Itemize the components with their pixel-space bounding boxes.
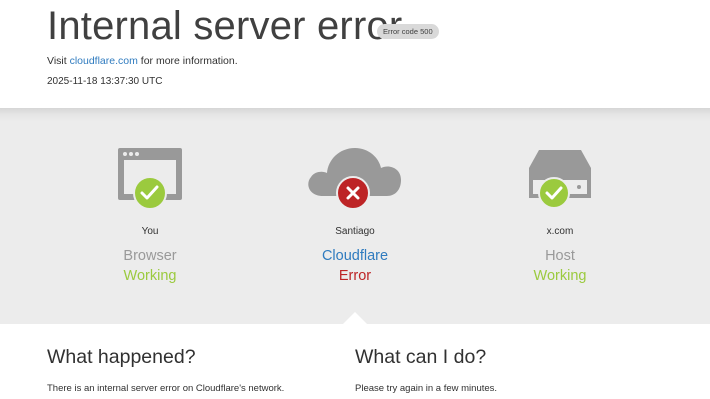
cloud-icon xyxy=(303,138,407,217)
status-browser: You Browser Working xyxy=(50,108,250,324)
status-location: x.com xyxy=(546,226,574,237)
status-location: You xyxy=(141,226,159,237)
visit-suffix: for more information. xyxy=(140,55,238,67)
error-code-badge: Error code 500 xyxy=(377,24,439,39)
what-happened-heading: What happened? xyxy=(47,346,196,368)
error-x-icon xyxy=(336,176,370,210)
page-title: Internal server error xyxy=(47,4,403,48)
page-header: Internal server error Error code 500 Vis… xyxy=(0,0,710,108)
details-section: What happened? There is an internal serv… xyxy=(0,324,710,399)
status-location: Santiago xyxy=(335,226,375,237)
what-happened-text: There is an internal server error on Clo… xyxy=(47,383,285,394)
check-icon xyxy=(538,177,570,209)
status-name: Browser xyxy=(123,248,177,264)
status-state: Working xyxy=(533,268,587,284)
what-can-i-do-heading: What can I do? xyxy=(355,346,487,368)
visit-line: Visit cloudflare.com for more informatio… xyxy=(47,55,238,67)
status-band: You Browser Working Santiago Cloudflare … xyxy=(0,108,710,324)
status-host: x.com Host Working xyxy=(460,108,660,324)
status-state: Error xyxy=(338,268,372,284)
section-pointer xyxy=(343,312,367,324)
timestamp: 2025-11-18 13:37:30 UTC xyxy=(47,76,163,87)
status-state: Working xyxy=(123,268,177,284)
status-cloudflare: Santiago Cloudflare Error xyxy=(255,108,455,324)
browser-icon xyxy=(113,144,187,217)
cloudflare-status-link[interactable]: Cloudflare xyxy=(255,248,455,264)
status-name: Host xyxy=(545,248,575,264)
what-can-i-do-text: Please try again in a few minutes. xyxy=(355,383,498,394)
visit-prefix: Visit xyxy=(47,55,67,67)
server-icon xyxy=(523,144,597,217)
check-icon xyxy=(133,176,167,210)
cloudflare-link[interactable]: cloudflare.com xyxy=(70,55,138,67)
